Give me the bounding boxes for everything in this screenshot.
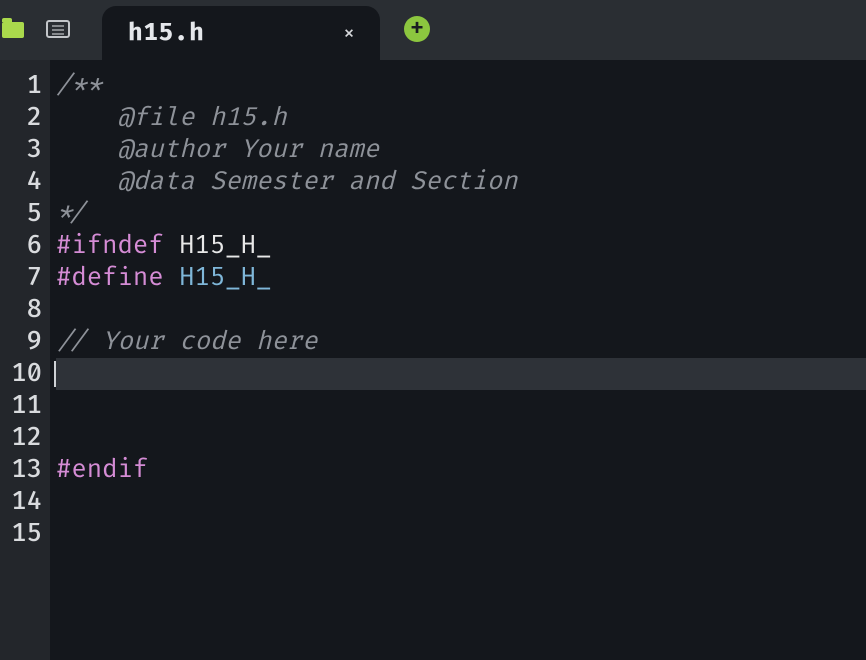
close-icon[interactable]: × bbox=[336, 20, 362, 46]
line-number: 10 bbox=[0, 358, 50, 390]
code-line[interactable]: #define H15_H_ bbox=[56, 262, 866, 294]
code-line[interactable]: @file h15.h bbox=[56, 102, 866, 134]
code-line[interactable]: @author Your name bbox=[56, 134, 866, 166]
line-number-gutter: 123456789101112131415 bbox=[0, 60, 50, 660]
code-line[interactable]: // Your code here bbox=[56, 326, 866, 358]
archive-icon[interactable] bbox=[46, 20, 70, 38]
code-token: #ifndef bbox=[56, 230, 164, 261]
code-line[interactable]: /** bbox=[56, 70, 866, 102]
code-area[interactable]: /** @file h15.h @author Your name @data … bbox=[50, 60, 866, 660]
title-bar: h15.h × + bbox=[0, 0, 866, 60]
code-token: // Your code here bbox=[56, 326, 318, 357]
tab-active[interactable]: h15.h × bbox=[102, 6, 380, 60]
code-line[interactable] bbox=[56, 294, 866, 326]
editor: 123456789101112131415 /** @file h15.h @a… bbox=[0, 60, 866, 660]
line-number: 2 bbox=[0, 102, 50, 134]
code-line[interactable] bbox=[56, 486, 866, 518]
code-line[interactable] bbox=[56, 422, 866, 454]
line-number: 8 bbox=[0, 294, 50, 326]
code-line[interactable]: #endif bbox=[56, 454, 866, 486]
code-token: #endif bbox=[56, 454, 148, 485]
code-token: @data Semester and Section bbox=[56, 166, 518, 197]
code-token: @author Your name bbox=[56, 134, 379, 165]
line-number: 12 bbox=[0, 422, 50, 454]
folder-icon[interactable] bbox=[2, 22, 24, 38]
code-token: /** bbox=[56, 70, 102, 101]
line-number: 1 bbox=[0, 70, 50, 102]
code-line[interactable] bbox=[56, 518, 866, 550]
line-number: 13 bbox=[0, 454, 50, 486]
code-token: */ bbox=[56, 198, 87, 229]
tab-label: h15.h bbox=[128, 19, 336, 48]
code-token: H15_H_ bbox=[164, 230, 272, 261]
code-line[interactable] bbox=[56, 390, 866, 422]
text-cursor bbox=[54, 361, 56, 387]
code-line[interactable]: @data Semester and Section bbox=[56, 166, 866, 198]
line-number: 15 bbox=[0, 518, 50, 550]
line-number: 7 bbox=[0, 262, 50, 294]
line-number: 9 bbox=[0, 326, 50, 358]
line-number: 4 bbox=[0, 166, 50, 198]
line-number: 11 bbox=[0, 390, 50, 422]
line-number: 5 bbox=[0, 198, 50, 230]
new-tab-button[interactable]: + bbox=[404, 16, 430, 42]
code-line[interactable]: */ bbox=[56, 198, 866, 230]
line-number: 6 bbox=[0, 230, 50, 262]
code-token: #define bbox=[56, 262, 164, 293]
line-number: 3 bbox=[0, 134, 50, 166]
code-line[interactable] bbox=[56, 358, 866, 390]
code-token bbox=[164, 262, 179, 293]
tab-strip: h15.h × + bbox=[102, 0, 430, 60]
code-line[interactable]: #ifndef H15_H_ bbox=[56, 230, 866, 262]
sidebar-toggle-group bbox=[0, 0, 70, 54]
code-token: @file h15.h bbox=[56, 102, 287, 133]
code-token: H15_H_ bbox=[179, 262, 271, 293]
line-number: 14 bbox=[0, 486, 50, 518]
